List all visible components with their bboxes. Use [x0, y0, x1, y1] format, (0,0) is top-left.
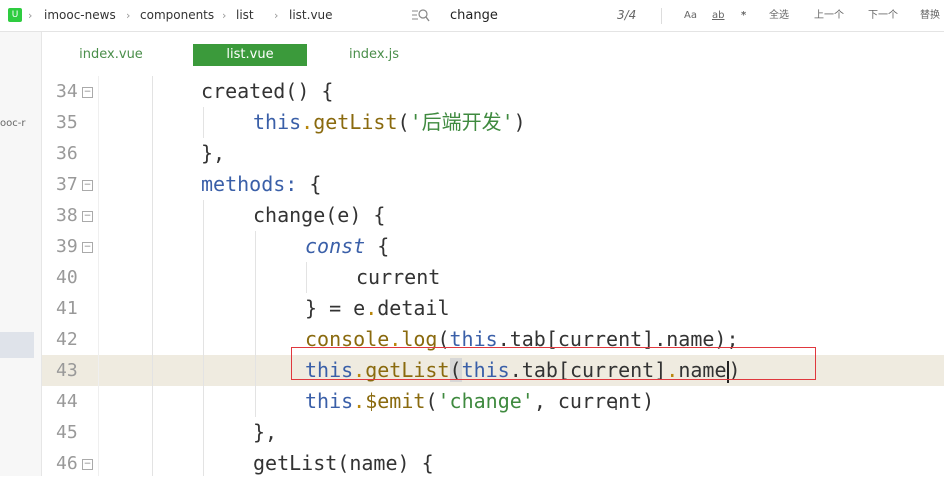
code-token: detail — [377, 296, 450, 320]
top-toolbar: U › imooc-news › components › list › lis… — [0, 0, 944, 32]
match-count: 3/4 — [617, 8, 637, 22]
indent-guide — [203, 107, 204, 138]
code-token: }, — [253, 420, 278, 444]
indent-guide — [255, 231, 256, 417]
code-token: change(e) { — [253, 203, 386, 227]
code-token: this — [253, 110, 302, 134]
chevron-right-icon: › — [222, 9, 227, 22]
code-token: const — [305, 234, 366, 258]
previous-match-button[interactable]: 上一个 — [814, 0, 844, 31]
line-number: 40 — [56, 267, 78, 288]
mouse-ibeam-icon: I — [614, 398, 619, 414]
code-line[interactable]: 39− const { — [42, 231, 944, 262]
divider — [661, 8, 662, 24]
project-label[interactable]: ooc-r — [0, 118, 25, 129]
fold-icon[interactable]: − — [82, 459, 93, 470]
code-token: this — [305, 389, 354, 413]
code-token: . — [365, 296, 378, 320]
line-number: 43 — [56, 360, 78, 381]
line-number: 42 — [56, 329, 78, 350]
editor-tab-bar: index.vue list.vue index.js — [42, 32, 944, 76]
fold-icon[interactable]: − — [82, 87, 93, 98]
line-number: 36 — [56, 143, 78, 164]
code-line[interactable]: 35 this.getList('后端开发') — [42, 107, 944, 138]
tab-index-vue[interactable]: index.vue — [68, 44, 154, 66]
match-case-toggle[interactable]: Aa — [684, 0, 697, 31]
code-token: . — [353, 389, 366, 413]
indent-guide — [306, 262, 307, 293]
code-token: ( — [397, 110, 410, 134]
regex-toggle[interactable]: * — [741, 0, 746, 31]
search-input[interactable]: change — [450, 0, 498, 31]
tab-index-js[interactable]: index.js — [339, 44, 409, 66]
code-token: '后端开发' — [409, 110, 514, 134]
next-match-button[interactable]: 下一个 — [868, 0, 898, 31]
code-line[interactable]: 44 this.$emit('change', current) — [42, 386, 944, 417]
code-token: } = e — [305, 296, 366, 320]
code-token: }, — [201, 141, 226, 165]
line-number: 35 — [56, 112, 78, 133]
chevron-right-icon: › — [274, 9, 279, 22]
code-token: , current) — [533, 389, 655, 413]
chevron-right-icon: › — [28, 9, 33, 22]
breadcrumb-item-subfolder[interactable]: list — [236, 0, 254, 31]
fold-icon[interactable]: − — [82, 211, 93, 222]
fold-icon[interactable]: − — [82, 242, 93, 253]
whole-word-toggle[interactable]: ab — [712, 0, 724, 31]
line-number: 41 — [56, 298, 78, 319]
code-line[interactable]: 37− methods: { — [42, 169, 944, 200]
breadcrumb-item-file[interactable]: list.vue — [289, 0, 333, 31]
code-token: ) — [513, 110, 526, 134]
code-token: methods: — [201, 172, 298, 196]
code-token: ( — [425, 389, 438, 413]
code-token: getList — [313, 110, 398, 134]
gutter-divider — [98, 76, 99, 476]
breadcrumb-item-folder[interactable]: components — [140, 0, 214, 31]
code-line[interactable]: 46− getList(name) { — [42, 448, 944, 479]
code-line[interactable]: 34− created() { — [42, 76, 944, 107]
code-token: created() { — [201, 79, 334, 103]
code-token: { — [297, 172, 322, 196]
search-highlight-box — [291, 347, 816, 380]
code-token: 'change' — [437, 389, 534, 413]
line-number: 44 — [56, 391, 78, 412]
code-line[interactable]: 41 } = e.detail — [42, 293, 944, 324]
code-line[interactable]: 45 }, — [42, 417, 944, 448]
project-panel: ooc-r — [0, 32, 42, 476]
search-icon[interactable] — [412, 8, 430, 22]
tab-list-vue[interactable]: list.vue — [193, 44, 307, 66]
select-all-button[interactable]: 全选 — [769, 0, 789, 31]
replace-button[interactable]: 替换 — [920, 0, 940, 31]
code-token: $emit — [365, 389, 426, 413]
code-token: current — [356, 265, 441, 289]
indent-guide — [203, 200, 204, 476]
code-line[interactable]: 40 current — [42, 262, 944, 293]
fold-icon[interactable]: − — [82, 180, 93, 191]
line-number: 45 — [56, 422, 78, 443]
code-token: { — [365, 234, 390, 258]
breadcrumb-item-project[interactable]: imooc-news — [44, 0, 116, 31]
code-line[interactable]: 38− change(e) { — [42, 200, 944, 231]
code-token: . — [301, 110, 314, 134]
indent-guide — [152, 76, 153, 476]
chevron-right-icon: › — [126, 9, 131, 22]
code-line[interactable]: 36 }, — [42, 138, 944, 169]
code-token: getList(name) { — [253, 451, 434, 475]
app-icon: U — [8, 8, 22, 22]
project-selected-item[interactable] — [0, 332, 34, 358]
